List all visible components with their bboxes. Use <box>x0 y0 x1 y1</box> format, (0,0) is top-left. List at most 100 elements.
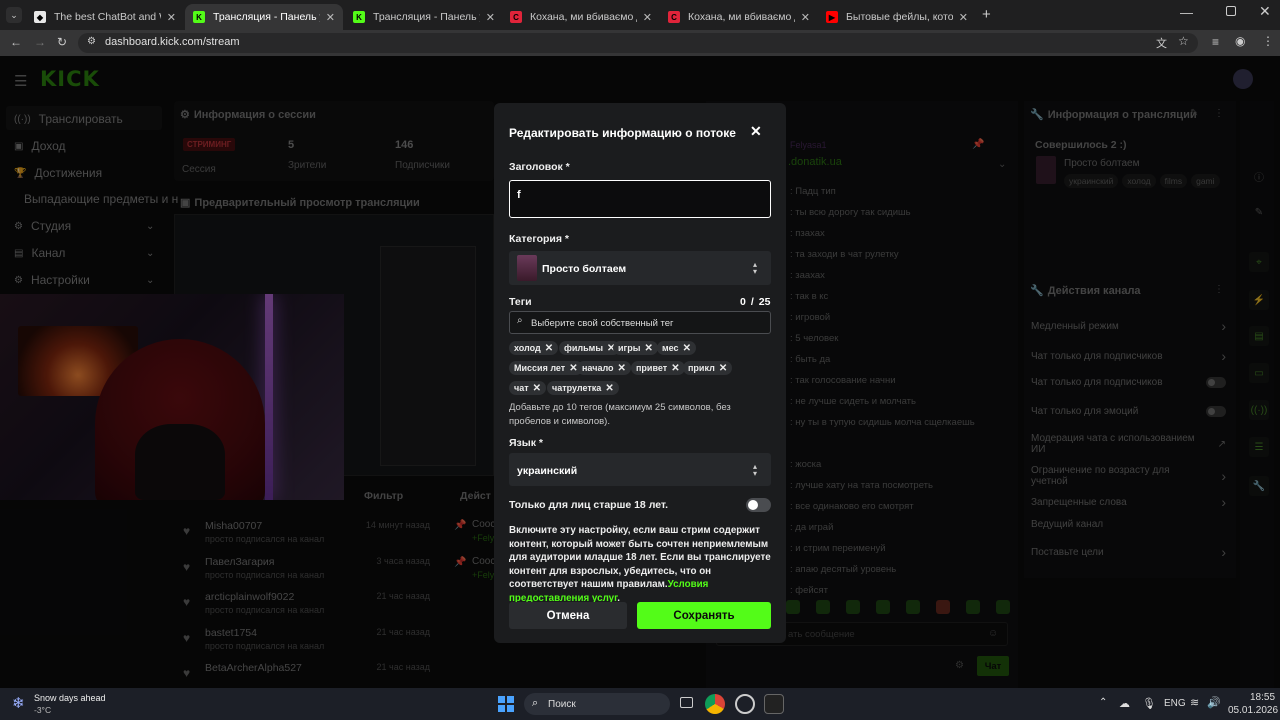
tab-close-icon[interactable]: ✕ <box>643 11 652 24</box>
clock-time[interactable]: 18:55 <box>1250 692 1275 703</box>
search-icon: ⌕ <box>517 315 523 326</box>
tab-close-icon[interactable]: ✕ <box>486 11 495 24</box>
browser-tab[interactable]: K Трансляция - Панель управле ✕ <box>345 4 503 30</box>
tab-favicon-icon: C <box>510 11 522 23</box>
tab-search-button[interactable]: ⌄ <box>6 7 22 23</box>
site-info-icon[interactable]: ⚙ <box>87 36 96 47</box>
tag-chip: прикл ✕ <box>683 361 733 375</box>
omnibox[interactable] <box>78 33 1198 53</box>
adult-description: Включите эту настройку, если ваш стрим с… <box>509 524 774 606</box>
close-icon[interactable]: ✕ <box>750 123 762 140</box>
chrome-icon[interactable] <box>705 694 725 714</box>
tab-close-icon[interactable]: ✕ <box>959 11 968 24</box>
onedrive-icon[interactable]: ☁ <box>1119 697 1130 710</box>
media-icon[interactable]: ≡ <box>1212 35 1219 49</box>
tags-sep: / <box>750 296 754 308</box>
weather-temp: -3°C <box>34 705 52 715</box>
tag-chip: фильмы ✕ <box>559 341 621 355</box>
tab-close-icon[interactable]: ✕ <box>801 11 810 24</box>
tags-max: 25 <box>758 296 771 308</box>
browser-tab[interactable]: ▶ Бытовые фейлы, которые ну ✕ <box>818 4 976 30</box>
tag-chip: привет ✕ <box>631 361 685 375</box>
cancel-button[interactable]: Отмена <box>509 602 627 629</box>
weather-icon: ❄ <box>12 695 25 712</box>
tab-favicon-icon: K <box>193 11 205 23</box>
title-field-value: f <box>517 189 521 201</box>
tag-chip: чат ✕ <box>509 381 547 395</box>
app-icon[interactable] <box>735 694 755 714</box>
save-button[interactable]: Сохранять <box>637 602 771 629</box>
translate-icon[interactable]: 文 <box>1156 35 1167 51</box>
title-field-label: Заголовок * <box>509 161 570 173</box>
input-language[interactable]: ENG <box>1164 698 1186 709</box>
wifi-icon[interactable]: ≋ <box>1190 696 1199 709</box>
tag-chip: начало ✕ <box>577 361 631 375</box>
tag-chip-label: холод <box>514 343 541 353</box>
obs-icon[interactable] <box>764 694 784 714</box>
maximize-button[interactable] <box>1226 6 1236 16</box>
browser-tab[interactable]: C Кохана, ми вбиваємо дітей: Д ✕ <box>502 4 660 30</box>
chevron-up-icon[interactable]: ⌃ <box>1099 697 1107 708</box>
adult-toggle-label: Только для лиц старше 18 лет. <box>509 499 669 511</box>
remove-tag-icon[interactable]: ✕ <box>545 343 553 354</box>
clock-date[interactable]: 05.01.2026 <box>1228 705 1278 716</box>
new-tab-button[interactable]: + <box>982 6 991 23</box>
mic-icon[interactable]: 🎙 <box>1142 697 1156 710</box>
taskbar-search[interactable] <box>524 693 670 715</box>
title-field[interactable] <box>509 180 771 218</box>
tag-chip-label: мес <box>662 343 679 353</box>
start-tile <box>507 705 514 712</box>
tab-title: Бытовые фейлы, которые ну <box>846 11 953 23</box>
tag-chip: чатрулетка ✕ <box>547 381 619 395</box>
tag-chip-label: фильмы <box>564 343 604 353</box>
browser-tab[interactable]: C Кохана, ми вбиваємо дітей: К ✕ <box>660 4 818 30</box>
profile-icon[interactable]: ◉ <box>1235 34 1245 48</box>
tag-chip-label: чат <box>514 383 529 393</box>
start-tile <box>498 705 505 712</box>
tab-close-icon[interactable]: ✕ <box>167 11 176 24</box>
select-arrows-icon: ▴ ▾ <box>753 462 758 478</box>
bookmark-star-icon[interactable]: ☆ <box>1178 34 1189 48</box>
tab-close-icon[interactable]: ✕ <box>326 11 335 24</box>
remove-tag-icon[interactable]: ✕ <box>533 383 541 394</box>
tag-chip-label: игры <box>618 343 641 353</box>
tab-title: Кохана, ми вбиваємо дітей: К <box>688 11 795 23</box>
remove-tag-icon[interactable]: ✕ <box>671 363 679 374</box>
url-text[interactable]: dashboard.kick.com/stream <box>105 36 240 48</box>
tag-chip-label: чатрулетка <box>552 383 602 393</box>
remove-tag-icon[interactable]: ✕ <box>605 383 613 394</box>
start-tile <box>498 696 505 703</box>
category-thumb <box>517 255 537 281</box>
reload-icon[interactable]: ↻ <box>57 35 67 49</box>
remove-tag-icon[interactable]: ✕ <box>618 363 626 374</box>
minimize-button[interactable]: — <box>1180 5 1193 20</box>
language-value: украинский <box>517 465 578 477</box>
modal-title: Редактировать информацию о потоке <box>509 126 736 140</box>
volume-icon[interactable]: 🔊 <box>1207 696 1221 709</box>
browser-tab[interactable]: K Трансляция - Панель управле ✕ <box>185 4 343 30</box>
close-window-button[interactable]: ✕ <box>1259 3 1271 20</box>
tab-title: Трансляция - Панель управле <box>373 11 480 23</box>
task-view-icon[interactable] <box>680 697 693 708</box>
start-icon[interactable] <box>498 696 514 712</box>
adult-toggle[interactable] <box>746 498 771 512</box>
edit-stream-modal: Редактировать информацию о потоке ✕ Заго… <box>494 103 786 643</box>
category-value: Просто болтаем <box>542 263 627 275</box>
tags-counter: 0 / 25 <box>740 296 770 308</box>
select-arrows-icon: ▴ ▾ <box>753 260 758 276</box>
remove-tag-icon[interactable]: ✕ <box>683 343 691 354</box>
back-icon[interactable]: ← <box>10 35 22 49</box>
remove-tag-icon[interactable]: ✕ <box>644 343 652 354</box>
tag-chip-label: привет <box>636 363 668 373</box>
tag-chip: игры ✕ <box>613 341 658 355</box>
tags-count: 0 <box>740 296 746 308</box>
category-field-label: Категория * <box>509 233 570 245</box>
weather-widget[interactable]: ❄ Snow days ahead -3°C <box>12 691 132 717</box>
language-field-label: Язык * <box>509 437 543 449</box>
adult-description-text: Включите эту настройку, если ваш стрим с… <box>509 525 771 591</box>
tab-favicon-icon: C <box>668 11 680 23</box>
forward-icon[interactable]: → <box>34 35 46 49</box>
remove-tag-icon[interactable]: ✕ <box>719 363 727 374</box>
browser-tab[interactable]: ◆ The best ChatBot and Widgets ✕ <box>26 4 184 30</box>
menu-icon[interactable]: ⋮ <box>1262 34 1274 48</box>
